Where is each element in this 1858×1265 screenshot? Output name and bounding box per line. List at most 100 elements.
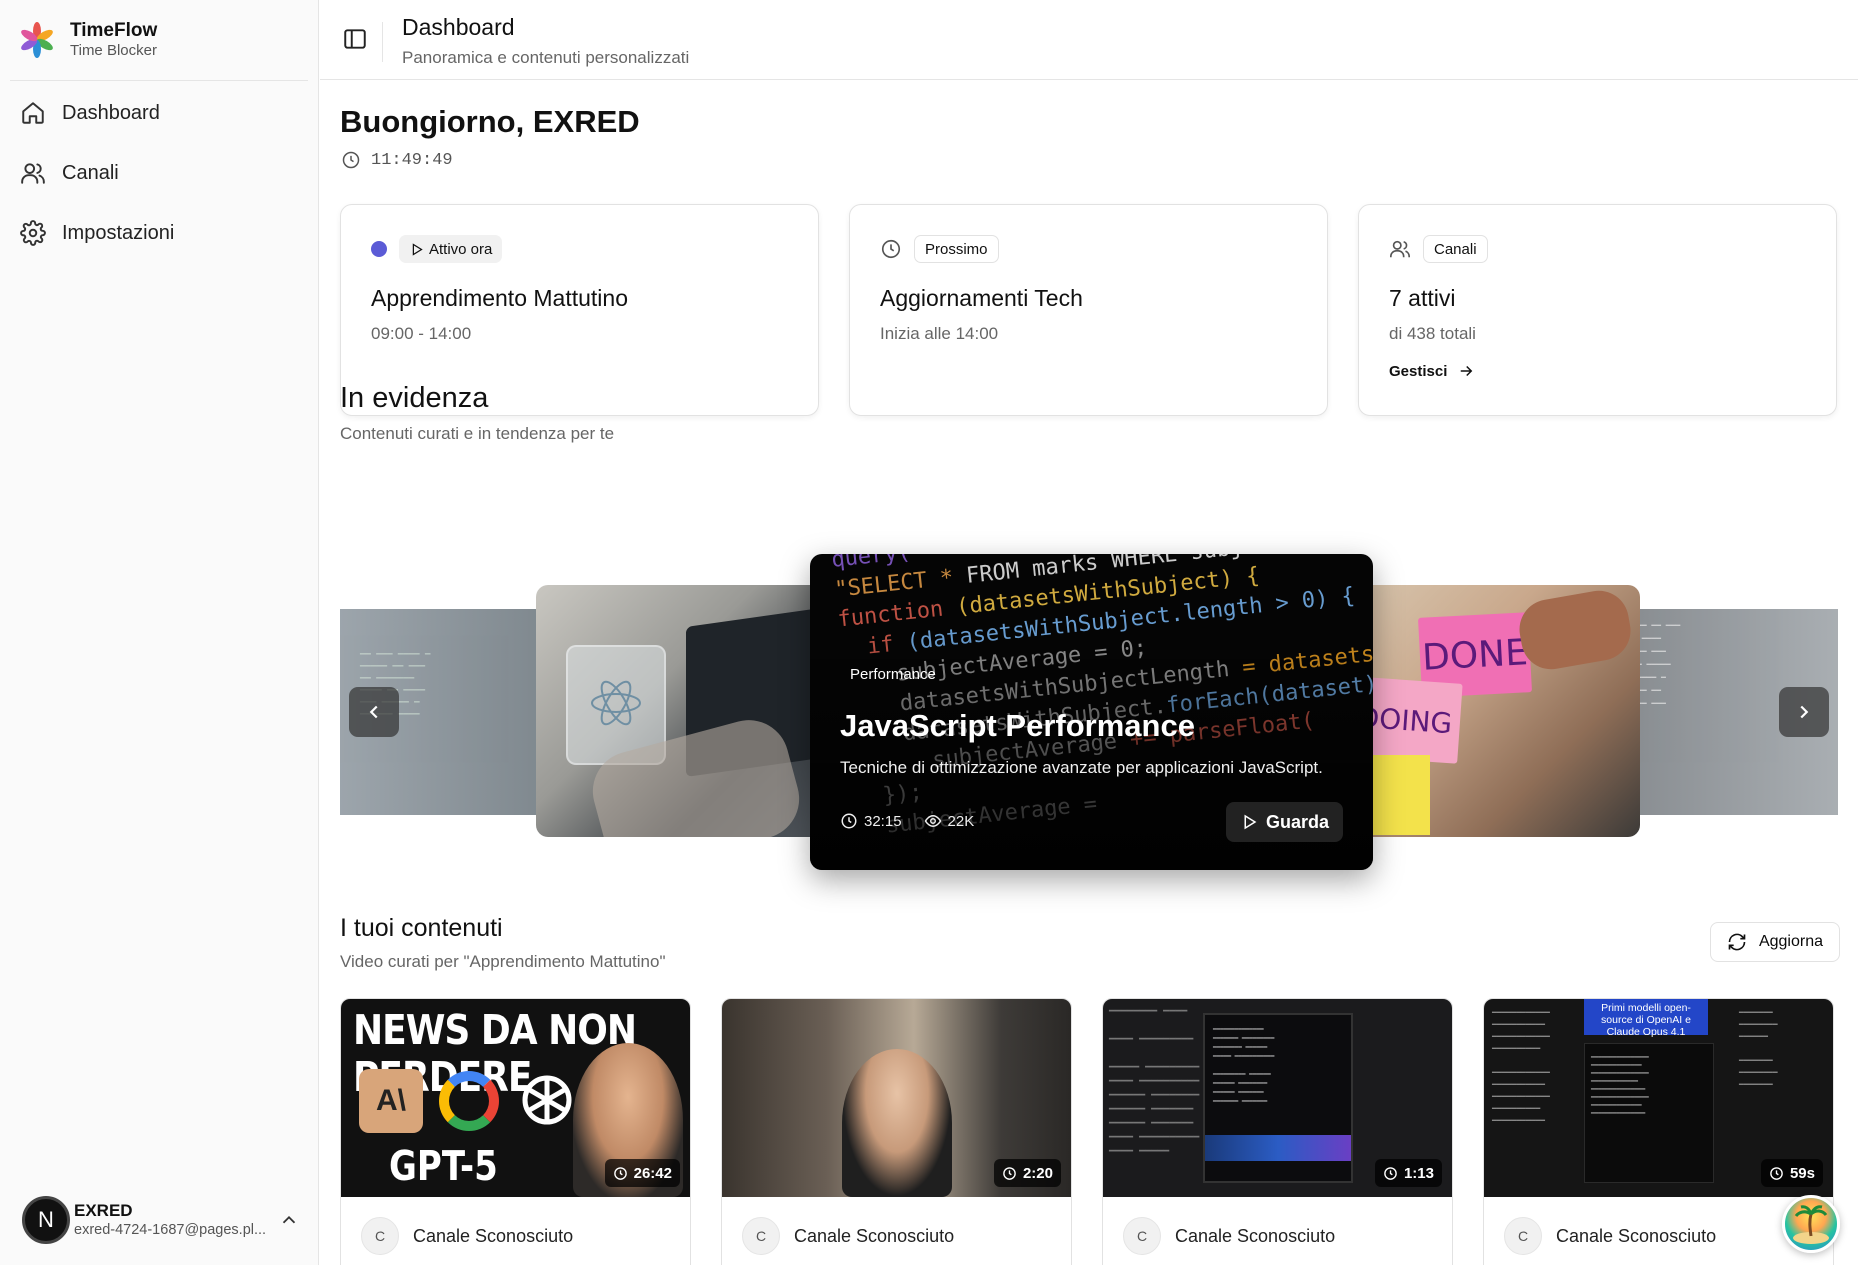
next-block-time: Inizia alle 14:00 — [880, 324, 999, 343]
video-card[interactable]: ━━━━━━━━ ━━━━ ━━━━ ━━━━━━━━━ ━━━━━ ━━━━━… — [1102, 998, 1453, 1265]
channel-row: C Canale Sconosciuto — [722, 1197, 1071, 1265]
terminal-text: ━━━━━━━━ ━━━━ ━━━━ ━━━━━━━━━ ━━━━━ ━━━━━… — [1109, 1006, 1200, 1157]
sidebar-item-label: Impostazioni — [62, 221, 175, 244]
sidebar-nav: Dashboard Canali Impostazioni — [10, 90, 308, 270]
refresh-label: Aggiorna — [1758, 933, 1823, 950]
users-icon — [21, 163, 45, 184]
slide-meta: 32:15 22K — [840, 812, 974, 830]
refresh-icon — [1728, 933, 1746, 951]
video-thumbnail[interactable]: Primi modelli open-source di OpenAI e Cl… — [1484, 999, 1833, 1197]
google-logo-icon — [439, 1071, 499, 1131]
channel-name: Canale Sconosciuto — [1175, 1225, 1336, 1246]
featured-subtitle: Contenuti curati e in tendenza per te — [340, 424, 615, 443]
video-thumbnail[interactable]: ━━━━━━━━ ━━━━ ━━━━ ━━━━━━━━━ ━━━━━ ━━━━━… — [1103, 999, 1452, 1197]
slide-category: Performance — [850, 666, 936, 683]
sidebar: TimeFlow Time Blocker Dashboard Canali I… — [0, 0, 319, 1265]
next-block-title: Aggiornamenti Tech — [880, 285, 1083, 311]
app-subtitle: Time Blocker — [70, 42, 157, 59]
slide-description: Tecniche di ottimizzazione avanzate per … — [840, 758, 1323, 777]
channel-row: C Canale Sconosciuto — [341, 1197, 690, 1265]
home-icon — [22, 102, 44, 124]
sidebar-item-label: Canali — [62, 161, 119, 184]
refresh-button[interactable]: Aggiorna — [1709, 922, 1840, 962]
duration-badge: 59s — [1760, 1159, 1823, 1187]
eye-icon — [924, 814, 941, 828]
duration-value: 1:13 — [1403, 1164, 1434, 1182]
duration-value: 26:42 — [633, 1164, 672, 1182]
assistant-floating-button[interactable] — [1782, 1195, 1840, 1253]
page-title: Dashboard — [402, 14, 515, 40]
video-card[interactable]: NEWS DA NON PERDERE A\ GPT-5 26:42 C Can… — [340, 998, 691, 1265]
clock-icon — [613, 1166, 627, 1180]
chevron-left-icon — [369, 705, 378, 719]
duration-badge: 26:42 — [604, 1159, 680, 1187]
channel-name: Canale Sconosciuto — [413, 1225, 574, 1246]
arrow-right-icon — [1461, 365, 1473, 377]
sidebar-item-impostazioni[interactable]: Impostazioni — [10, 210, 308, 256]
duration-badge: 1:13 — [1374, 1159, 1442, 1187]
active-badge: Attivo ora — [399, 235, 503, 263]
video-thumbnail[interactable]: 2:20 — [722, 999, 1071, 1197]
channel-avatar: C — [1123, 1217, 1161, 1255]
phone-screen: ━━━━━━━━━━━━━━ ━━━━━━━ ━━━━━━━━━ ━━━━━━━━ … — [1203, 1013, 1353, 1183]
duration-value: 59s — [1789, 1164, 1815, 1182]
sidebar-item-dashboard[interactable]: Dashboard — [10, 90, 308, 136]
carousel-prev-button[interactable] — [349, 687, 399, 737]
page-subtitle: Panoramica e contenuti personalizzati — [402, 48, 690, 67]
carousel-next-button[interactable] — [1779, 687, 1829, 737]
react-logo-icon — [591, 680, 641, 726]
user-name: EXRED — [74, 1201, 133, 1220]
watch-button[interactable]: Guarda — [1225, 802, 1343, 842]
watch-label: Guarda — [1265, 811, 1329, 832]
carousel-slide-active[interactable]: query( "SELECT * FROM marks WHERE subjec… — [810, 554, 1373, 870]
video-thumbnail[interactable]: NEWS DA NON PERDERE A\ GPT-5 26:42 — [341, 999, 690, 1197]
anthropic-logo-icon: A\ — [359, 1069, 423, 1133]
sidebar-item-label: Dashboard — [62, 101, 160, 124]
chevron-right-icon — [1800, 705, 1809, 719]
thumb-caption: GPT-5 — [389, 1143, 498, 1191]
duration-badge: 2:20 — [993, 1159, 1061, 1187]
carousel-slide-right[interactable]: DONE DOING — [1350, 585, 1640, 837]
phone-screen: ━━━━━━━━━━━━━━━━ ━━━━━━━━━━━━━━ ━━━━━━━━━━… — [1584, 1043, 1714, 1183]
channel-row: C Canale Sconosciuto — [1484, 1197, 1833, 1265]
chevron-up-icon[interactable] — [278, 1209, 300, 1231]
video-card[interactable]: 2:20 C Canale Sconosciuto — [721, 998, 1072, 1265]
channel-row: C Canale Sconosciuto — [1103, 1197, 1452, 1265]
avatar: N — [22, 1196, 70, 1244]
badge-label: Attivo ora — [429, 240, 493, 258]
app-name: TimeFlow — [70, 20, 158, 41]
users-icon — [1390, 240, 1410, 258]
clock-icon — [881, 239, 901, 259]
featured-title: In evidenza — [340, 382, 489, 414]
active-block-title: Apprendimento Mattutino — [371, 285, 628, 311]
play-icon — [412, 242, 423, 256]
slide-title: JavaScript Performance — [840, 708, 1195, 743]
status-cards: Attivo ora Apprendimento Mattutino 09:00… — [340, 204, 1838, 416]
brand[interactable]: TimeFlow Time Blocker — [18, 18, 157, 62]
article-text: ━━━━━━━━━━━━ ━━━━━━━━━━━ ━━━━━━━━━━━━ ━━━━━… — [1492, 1008, 1550, 1125]
user-menu[interactable]: N EXRED exred-4724-1687@pages.pl... — [22, 1195, 300, 1245]
greeting: Buongiorno, EXRED — [340, 104, 640, 139]
featured-carousel: ━━ ━━━ ━━━━ ━ ━━━━━ ━━ ━━━ ━━ ━━━━━━━ ━━━━ … — [340, 554, 1838, 876]
channel-name: Canale Sconosciuto — [794, 1225, 955, 1246]
sidebar-item-canali[interactable]: Canali — [10, 150, 308, 196]
play-icon — [1244, 814, 1257, 830]
slide-views: 22K — [947, 812, 975, 830]
next-block-card[interactable]: Prossimo Aggiornamenti Tech Inizia alle … — [849, 204, 1328, 416]
clock-icon — [342, 151, 360, 169]
header-divider — [382, 22, 383, 62]
channel-avatar: C — [742, 1217, 780, 1255]
sidebar-toggle-icon[interactable] — [342, 26, 368, 52]
manage-channels-link[interactable]: Gestisci — [1389, 362, 1806, 380]
clock-icon — [1003, 1166, 1016, 1180]
channel-avatar: C — [361, 1217, 399, 1255]
clock-icon — [841, 813, 857, 829]
current-time: 11:49:49 — [341, 150, 453, 170]
channels-card[interactable]: Canali 7 attivi di 438 totali Gestisci — [1358, 204, 1837, 416]
channels-badge: Canali — [1423, 235, 1488, 263]
timeflow-logo-icon — [21, 22, 53, 58]
content-title: I tuoi contenuti — [340, 914, 503, 942]
channels-active-count: 7 attivi — [1389, 285, 1456, 311]
carousel-slide-left[interactable] — [536, 585, 836, 837]
page-header: Dashboard Panoramica e contenuti persona… — [320, 0, 1858, 80]
